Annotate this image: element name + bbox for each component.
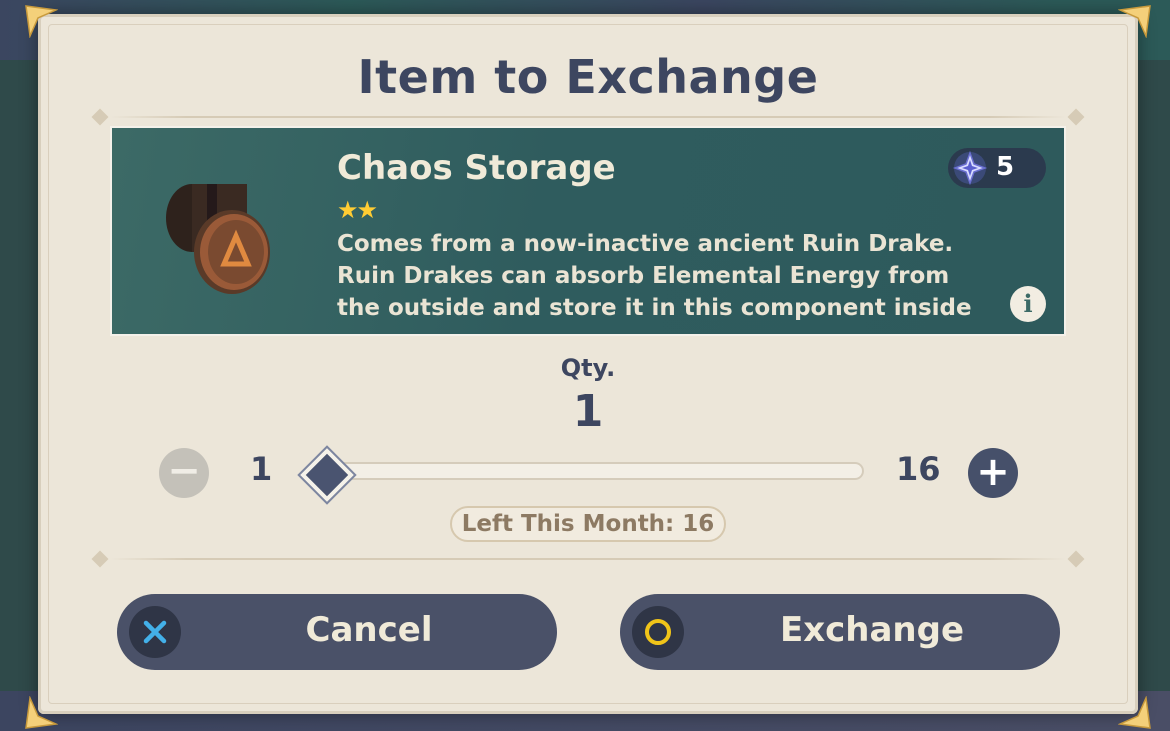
- cost-value: 5: [996, 152, 1015, 182]
- rarity-stars: ★★: [337, 196, 378, 224]
- chaos-storage-item-icon: [152, 168, 292, 298]
- dialog-title: Item to Exchange: [357, 50, 819, 104]
- corner-ornament-icon: [1117, 4, 1152, 39]
- cancel-button[interactable]: Cancel: [117, 594, 557, 670]
- slider-min-value: 1: [250, 450, 273, 488]
- item-description: Comes from a now-inactive ancient Ruin D…: [337, 231, 972, 321]
- top-divider: [88, 108, 1088, 126]
- corner-ornament-icon: [24, 4, 59, 39]
- confirm-circle-icon: [632, 606, 684, 658]
- bottom-divider: [88, 550, 1088, 568]
- slider-max-value: 16: [896, 450, 941, 488]
- quantity-value: 1: [572, 386, 604, 437]
- quantity-label: Qty.: [560, 354, 616, 382]
- quantity-slider-track[interactable]: [318, 462, 864, 480]
- increase-quantity-button[interactable]: +: [968, 448, 1018, 498]
- quantity-slider-handle[interactable]: [300, 448, 354, 502]
- cancel-button-label: Cancel: [305, 610, 433, 650]
- corner-ornament-icon: [24, 695, 59, 730]
- starglitter-icon: [952, 150, 988, 186]
- item-name: Chaos Storage: [337, 148, 616, 188]
- exchange-button-label: Exchange: [779, 610, 965, 650]
- corner-ornament-icon: [1117, 695, 1152, 730]
- monthly-limit-badge: Left This Month: 16: [450, 506, 726, 542]
- cost-badge: 5: [948, 148, 1046, 188]
- item-card: Chaos Storage ★★ Comes from a now-inacti…: [110, 126, 1066, 336]
- info-icon[interactable]: i: [1010, 286, 1046, 322]
- exchange-button[interactable]: Exchange: [620, 594, 1060, 670]
- decrease-quantity-button[interactable]: −: [159, 448, 209, 498]
- exchange-dialog: Item to Exchange Chaos Storage ★★ Comes …: [25, 5, 1151, 729]
- cancel-x-icon: [129, 606, 181, 658]
